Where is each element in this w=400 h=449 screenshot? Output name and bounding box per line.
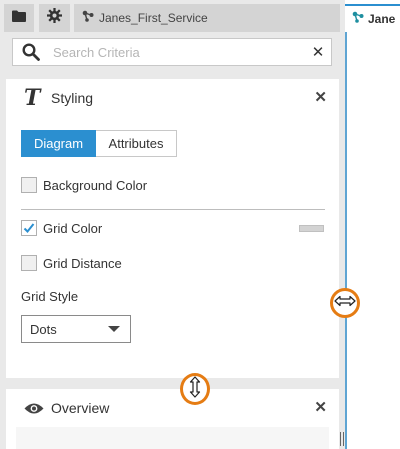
folder-icon	[12, 9, 26, 27]
service-graph-icon	[352, 10, 364, 28]
styling-panel: T Styling ✕ Diagram Attributes Backgroun…	[6, 79, 339, 378]
grid-distance-checkbox[interactable]	[21, 255, 37, 271]
editor-tab-label: Jane	[368, 12, 396, 26]
grid-color-checkbox[interactable]	[21, 220, 37, 236]
checkmark-icon	[23, 223, 35, 233]
overview-canvas[interactable]	[16, 427, 329, 449]
resize-horizontal-icon	[334, 294, 356, 312]
background-color-label: Background Color	[43, 177, 148, 193]
folder-tab-button[interactable]	[4, 4, 34, 32]
grid-color-swatch[interactable]	[299, 225, 324, 232]
styling-panel-title: Styling	[51, 90, 94, 106]
section-divider	[21, 209, 325, 210]
close-icon: ✕	[314, 399, 327, 416]
search-input[interactable]	[49, 40, 305, 64]
tab-attributes[interactable]: Attributes	[96, 130, 177, 157]
left-dock-panel: ✕ T Styling ✕ Diagram Attributes Backgro…	[0, 34, 344, 449]
close-icon: ✕	[314, 89, 327, 106]
grid-style-label: Grid Style	[21, 289, 79, 304]
eye-icon	[24, 401, 46, 415]
service-graph-icon	[82, 9, 94, 27]
close-styling-panel-button[interactable]: ✕	[314, 90, 327, 105]
overview-panel: Overview ✕	[6, 389, 339, 449]
styling-mode-toggle: Diagram Attributes	[21, 130, 177, 157]
styling-panel-header: T Styling ✕	[6, 79, 339, 117]
resize-vertical-icon	[189, 375, 201, 403]
service-tab[interactable]: Janes_First_Service	[74, 4, 340, 32]
tab-diagram[interactable]: Diagram	[21, 130, 96, 157]
grid-color-label: Grid Color	[43, 220, 103, 236]
dock-tab-strip: Janes_First_Service	[0, 0, 340, 34]
grid-style-value: Dots	[30, 321, 57, 337]
close-icon: ✕	[311, 44, 325, 61]
search-bar: ✕	[12, 38, 332, 66]
editor-border	[345, 32, 347, 449]
settings-tab-button[interactable]	[39, 4, 70, 32]
close-overview-panel-button[interactable]: ✕	[314, 400, 327, 415]
grid-color-option[interactable]: Grid Color	[21, 219, 102, 237]
service-tab-label: Janes_First_Service	[99, 11, 208, 25]
text-style-icon: T	[24, 85, 41, 111]
grid-style-select[interactable]: Dots	[21, 315, 131, 343]
grid-distance-label: Grid Distance	[43, 255, 122, 271]
overview-panel-title: Overview	[51, 400, 110, 416]
clear-search-button[interactable]: ✕	[305, 39, 331, 65]
grid-distance-option[interactable]: Grid Distance	[21, 254, 122, 272]
chevron-down-icon	[108, 326, 120, 332]
background-color-checkbox[interactable]	[21, 177, 37, 193]
horizontal-resize-handle[interactable]	[330, 288, 360, 318]
vertical-resize-handle[interactable]	[180, 373, 210, 405]
editor-tab[interactable]: Jane	[345, 4, 400, 32]
search-icon	[13, 39, 49, 65]
background-color-option[interactable]: Background Color	[21, 176, 147, 194]
overview-panel-header: Overview ✕	[6, 389, 339, 427]
gear-icon	[47, 8, 62, 28]
editor-area: Jane	[345, 0, 400, 449]
